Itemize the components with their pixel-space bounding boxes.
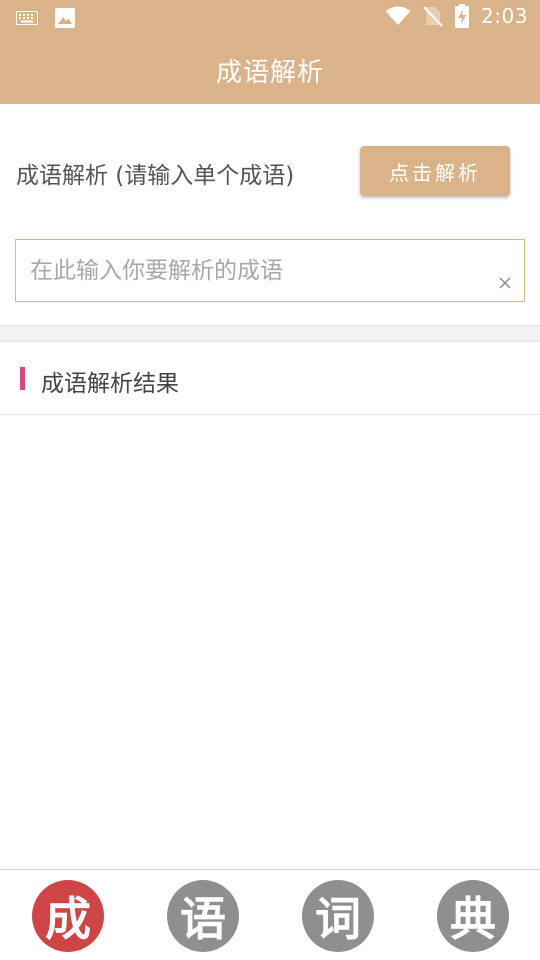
image-icon <box>54 7 76 29</box>
no-sim-icon <box>423 5 443 27</box>
status-time: 2:03 <box>481 4 528 28</box>
status-left-icons <box>16 7 76 29</box>
nav-item-dian[interactable]: 典 <box>437 880 509 952</box>
bottom-nav: 成 语 词 典 <box>0 869 540 960</box>
nav-item-yu[interactable]: 语 <box>167 880 239 952</box>
status-right-icons: 2:03 <box>385 4 528 28</box>
section-divider <box>0 325 540 342</box>
page-title: 成语解析 <box>215 57 324 88</box>
idiom-input[interactable] <box>30 240 470 301</box>
clear-icon[interactable] <box>498 275 512 289</box>
parse-button[interactable]: 点击解析 <box>360 146 510 196</box>
nav-item-cheng[interactable]: 成 <box>32 880 104 952</box>
accent-bar <box>20 367 25 390</box>
nav-item-ci[interactable]: 词 <box>302 880 374 952</box>
result-title: 成语解析结果 <box>41 371 179 397</box>
status-bar: 2:03 <box>0 0 540 36</box>
screen: 2:03 成语解析 成语解析 (请输入单个成语) 点击解析 成语解析结果 成 语… <box>0 0 540 960</box>
prompt-label: 成语解析 (请输入单个成语) <box>16 163 295 189</box>
wifi-icon <box>385 6 411 26</box>
input-header-row: 成语解析 (请输入单个成语) 点击解析 <box>0 104 540 240</box>
keyboard-icon <box>16 11 38 25</box>
battery-charging-icon <box>455 4 470 28</box>
result-content <box>0 416 540 869</box>
app-bar: 成语解析 <box>0 36 540 104</box>
idiom-input-box <box>15 239 525 302</box>
result-header: 成语解析结果 <box>0 342 540 415</box>
